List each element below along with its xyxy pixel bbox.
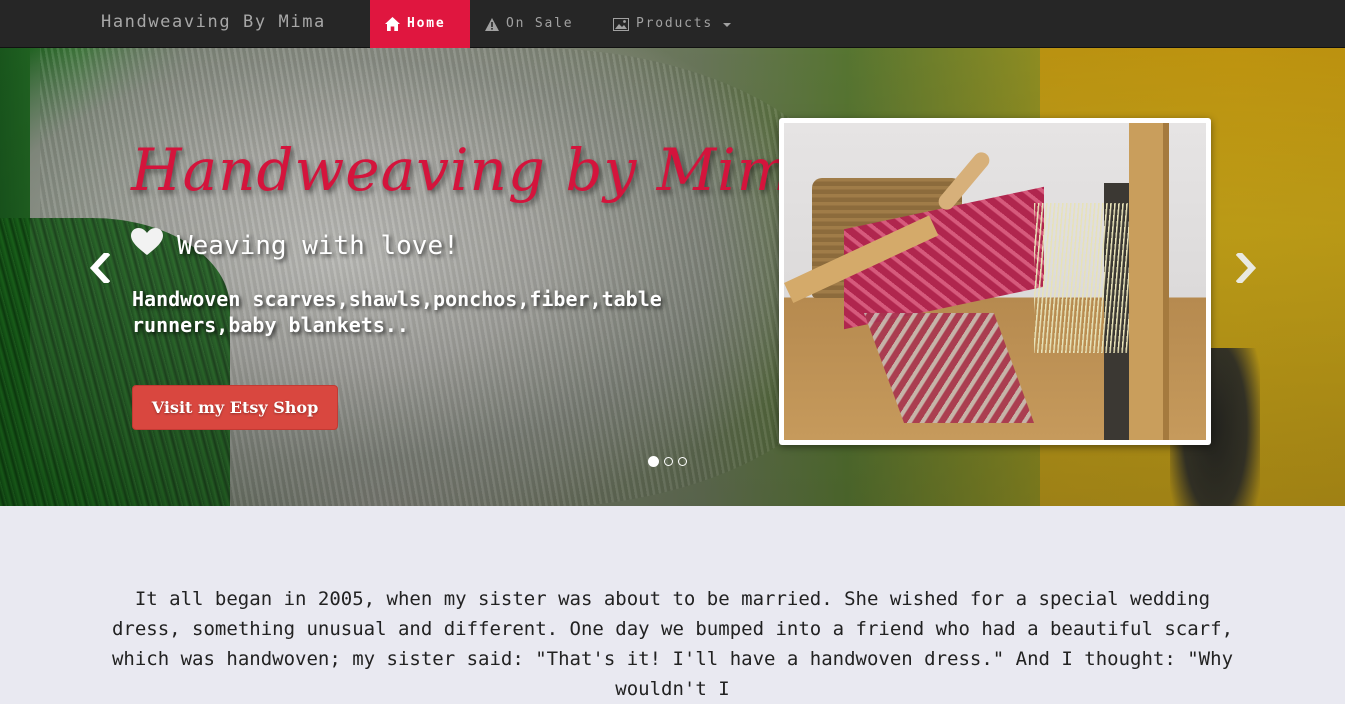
photo-warp-threads	[1034, 203, 1144, 353]
carousel-indicators	[648, 456, 687, 467]
picture-icon	[613, 17, 629, 31]
chevron-right-icon	[1236, 253, 1257, 283]
visit-etsy-shop-button[interactable]: Visit my Etsy Shop	[132, 385, 338, 430]
carousel-indicator-2[interactable]	[664, 457, 673, 466]
hero-description: Handwoven scarves,shawls,ponchos,fiber,t…	[132, 287, 662, 337]
carousel-indicator-1[interactable]	[648, 456, 659, 467]
home-icon	[385, 17, 400, 31]
carousel-prev-button[interactable]	[84, 248, 114, 288]
warning-icon	[485, 17, 499, 31]
hero-title: Handweaving by Mima	[131, 136, 829, 204]
photo-loom-bar	[1129, 123, 1169, 440]
photo-lower-fabric	[863, 313, 1035, 423]
hero-subtitle-text: Weaving with love!	[177, 230, 459, 261]
carousel-next-button[interactable]	[1232, 248, 1262, 288]
brand-link[interactable]: Handweaving By Mima	[101, 12, 326, 32]
hero-subtitle: Weaving with love!	[131, 228, 459, 263]
chevron-down-icon	[723, 23, 732, 27]
nav-home[interactable]: Home	[370, 0, 470, 48]
intro-paragraph: It all began in 2005, when my sister was…	[111, 588, 1234, 700]
nav-home-label: Home	[407, 16, 446, 31]
nav-products-dropdown[interactable]: Products	[613, 0, 732, 48]
hero-carousel: Handweaving by Mima Weaving with love! H…	[0, 48, 1345, 506]
carousel-indicator-3[interactable]	[678, 457, 687, 466]
nav-on-sale[interactable]: On Sale	[485, 0, 573, 48]
hero-photo-frame	[779, 118, 1211, 445]
nav-products-label: Products	[636, 16, 714, 31]
nav-on-sale-label: On Sale	[506, 16, 574, 31]
chevron-left-icon	[89, 253, 110, 283]
heart-icon	[131, 228, 163, 263]
loom-photo	[784, 123, 1206, 440]
navbar: Handweaving By Mima Home On Sale Product…	[0, 0, 1345, 48]
